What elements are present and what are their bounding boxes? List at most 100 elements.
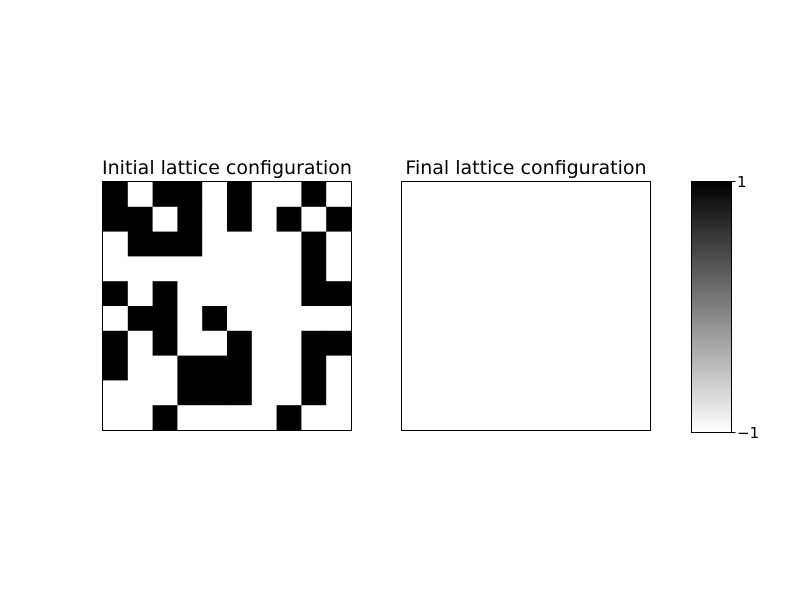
lattice-cell-r5-c9 <box>326 306 352 332</box>
lattice-cell-r8-c8 <box>600 380 626 406</box>
lattice-cell-r1-c2 <box>152 206 178 232</box>
lattice-cell-r6-c2 <box>152 330 178 356</box>
lattice-cell-r7-c6 <box>251 355 277 381</box>
lattice-cell-r3-c6 <box>251 256 277 282</box>
lattice-cell-r0-c8 <box>600 182 626 208</box>
lattice-cell-r8-c0 <box>103 380 129 406</box>
lattice-cell-r8-c0 <box>402 380 428 406</box>
lattice-cell-r3-c7 <box>276 256 302 282</box>
lattice-cell-r7-c6 <box>550 355 576 381</box>
lattice-cell-r3-c4 <box>202 256 228 282</box>
lattice-cell-r2-c7 <box>276 231 302 257</box>
lattice-cell-r6-c6 <box>550 330 576 356</box>
lattice-cell-r2-c3 <box>177 231 203 257</box>
lattice-cell-r8-c9 <box>625 380 651 406</box>
lattice-cell-r7-c9 <box>326 355 352 381</box>
lattice-cell-r3-c0 <box>103 256 129 282</box>
lattice-cell-r3-c3 <box>177 256 203 282</box>
lattice-cell-r2-c5 <box>227 231 253 257</box>
lattice-cell-r8-c5 <box>526 380 552 406</box>
lattice-cell-r7-c4 <box>202 355 228 381</box>
lattice-cell-r5-c6 <box>251 306 277 332</box>
figure: Initial lattice configuration Final latt… <box>102 157 759 442</box>
lattice-cell-r0-c2 <box>152 182 178 208</box>
lattice-cell-r0-c3 <box>177 182 203 208</box>
lattice-cell-r4-c2 <box>152 281 178 307</box>
lattice-cell-r1-c9 <box>625 206 651 232</box>
lattice-cell-r3-c9 <box>326 256 352 282</box>
lattice-cell-r5-c3 <box>476 306 502 332</box>
lattice-cell-r6-c9 <box>625 330 651 356</box>
lattice-cell-r2-c3 <box>476 231 502 257</box>
lattice-cell-r9-c9 <box>625 405 651 431</box>
lattice-cell-r8-c4 <box>501 380 527 406</box>
lattice-cell-r4-c8 <box>301 281 327 307</box>
lattice-cell-r3-c0 <box>402 256 428 282</box>
lattice-cell-r1-c4 <box>202 206 228 232</box>
lattice-cell-r4-c4 <box>202 281 228 307</box>
lattice-cell-r9-c8 <box>301 405 327 431</box>
lattice-cell-r1-c7 <box>276 206 302 232</box>
lattice-cell-r6-c0 <box>402 330 428 356</box>
lattice-cell-r9-c8 <box>600 405 626 431</box>
lattice-cell-r8-c6 <box>550 380 576 406</box>
lattice-cell-r9-c6 <box>251 405 277 431</box>
lattice-cell-r2-c0 <box>402 231 428 257</box>
lattice-cell-r9-c4 <box>202 405 228 431</box>
lattice-cell-r3-c6 <box>550 256 576 282</box>
lattice-cell-r3-c1 <box>127 256 153 282</box>
lattice-cell-r0-c9 <box>625 182 651 208</box>
lattice-cell-r4-c5 <box>227 281 253 307</box>
lattice-cell-r4-c6 <box>550 281 576 307</box>
lattice-cell-r9-c4 <box>501 405 527 431</box>
lattice-cell-r7-c7 <box>575 355 601 381</box>
lattice-cell-r1-c8 <box>301 206 327 232</box>
lattice-cell-r4-c0 <box>103 281 129 307</box>
lattice-cell-r6-c3 <box>476 330 502 356</box>
lattice-cell-r1-c3 <box>476 206 502 232</box>
lattice-cell-r7-c0 <box>402 355 428 381</box>
lattice-cell-r5-c4 <box>501 306 527 332</box>
lattice-cell-r6-c2 <box>451 330 477 356</box>
lattice-cell-r4-c5 <box>526 281 552 307</box>
lattice-cell-r6-c9 <box>326 330 352 356</box>
colorbar: 1 −1 <box>691 173 759 442</box>
lattice-cell-r8-c8 <box>301 380 327 406</box>
lattice-cell-r7-c0 <box>103 355 129 381</box>
lattice-cell-r5-c2 <box>451 306 477 332</box>
lattice-cell-r4-c1 <box>426 281 452 307</box>
lattice-cell-r0-c3 <box>476 182 502 208</box>
lattice-cell-r7-c5 <box>227 355 253 381</box>
lattice-cell-r0-c8 <box>301 182 327 208</box>
lattice-cell-r0-c2 <box>451 182 477 208</box>
lattice-cell-r1-c4 <box>501 206 527 232</box>
lattice-cell-r3-c2 <box>451 256 477 282</box>
lattice-cell-r0-c7 <box>575 182 601 208</box>
lattice-cell-r7-c8 <box>301 355 327 381</box>
lattice-cell-r6-c7 <box>276 330 302 356</box>
lattice-cell-r0-c1 <box>127 182 153 208</box>
lattice-cell-r5-c8 <box>301 306 327 332</box>
lattice-cell-r4-c7 <box>276 281 302 307</box>
lattice-cell-r8-c2 <box>152 380 178 406</box>
lattice-cell-r4-c9 <box>326 281 352 307</box>
lattice-cell-r1-c8 <box>600 206 626 232</box>
lattice-cell-r2-c6 <box>251 231 277 257</box>
lattice-cell-r9-c5 <box>526 405 552 431</box>
lattice-cell-r3-c3 <box>476 256 502 282</box>
lattice-cell-r4-c7 <box>575 281 601 307</box>
lattice-cell-r2-c4 <box>202 231 228 257</box>
lattice-cell-r0-c7 <box>276 182 302 208</box>
lattice-cell-r6-c8 <box>301 330 327 356</box>
lattice-cell-r2-c8 <box>301 231 327 257</box>
lattice-cell-r6-c6 <box>251 330 277 356</box>
lattice-cell-r9-c3 <box>177 405 203 431</box>
lattice-cell-r6-c7 <box>575 330 601 356</box>
lattice-cell-r5-c4 <box>202 306 228 332</box>
colorbar-max-label: 1 <box>737 173 747 191</box>
lattice-cell-r5-c1 <box>127 306 153 332</box>
lattice-cell-r0-c5 <box>227 182 253 208</box>
lattice-cell-r9-c7 <box>575 405 601 431</box>
lattice-cell-r0-c5 <box>526 182 552 208</box>
lattice-cell-r8-c6 <box>251 380 277 406</box>
